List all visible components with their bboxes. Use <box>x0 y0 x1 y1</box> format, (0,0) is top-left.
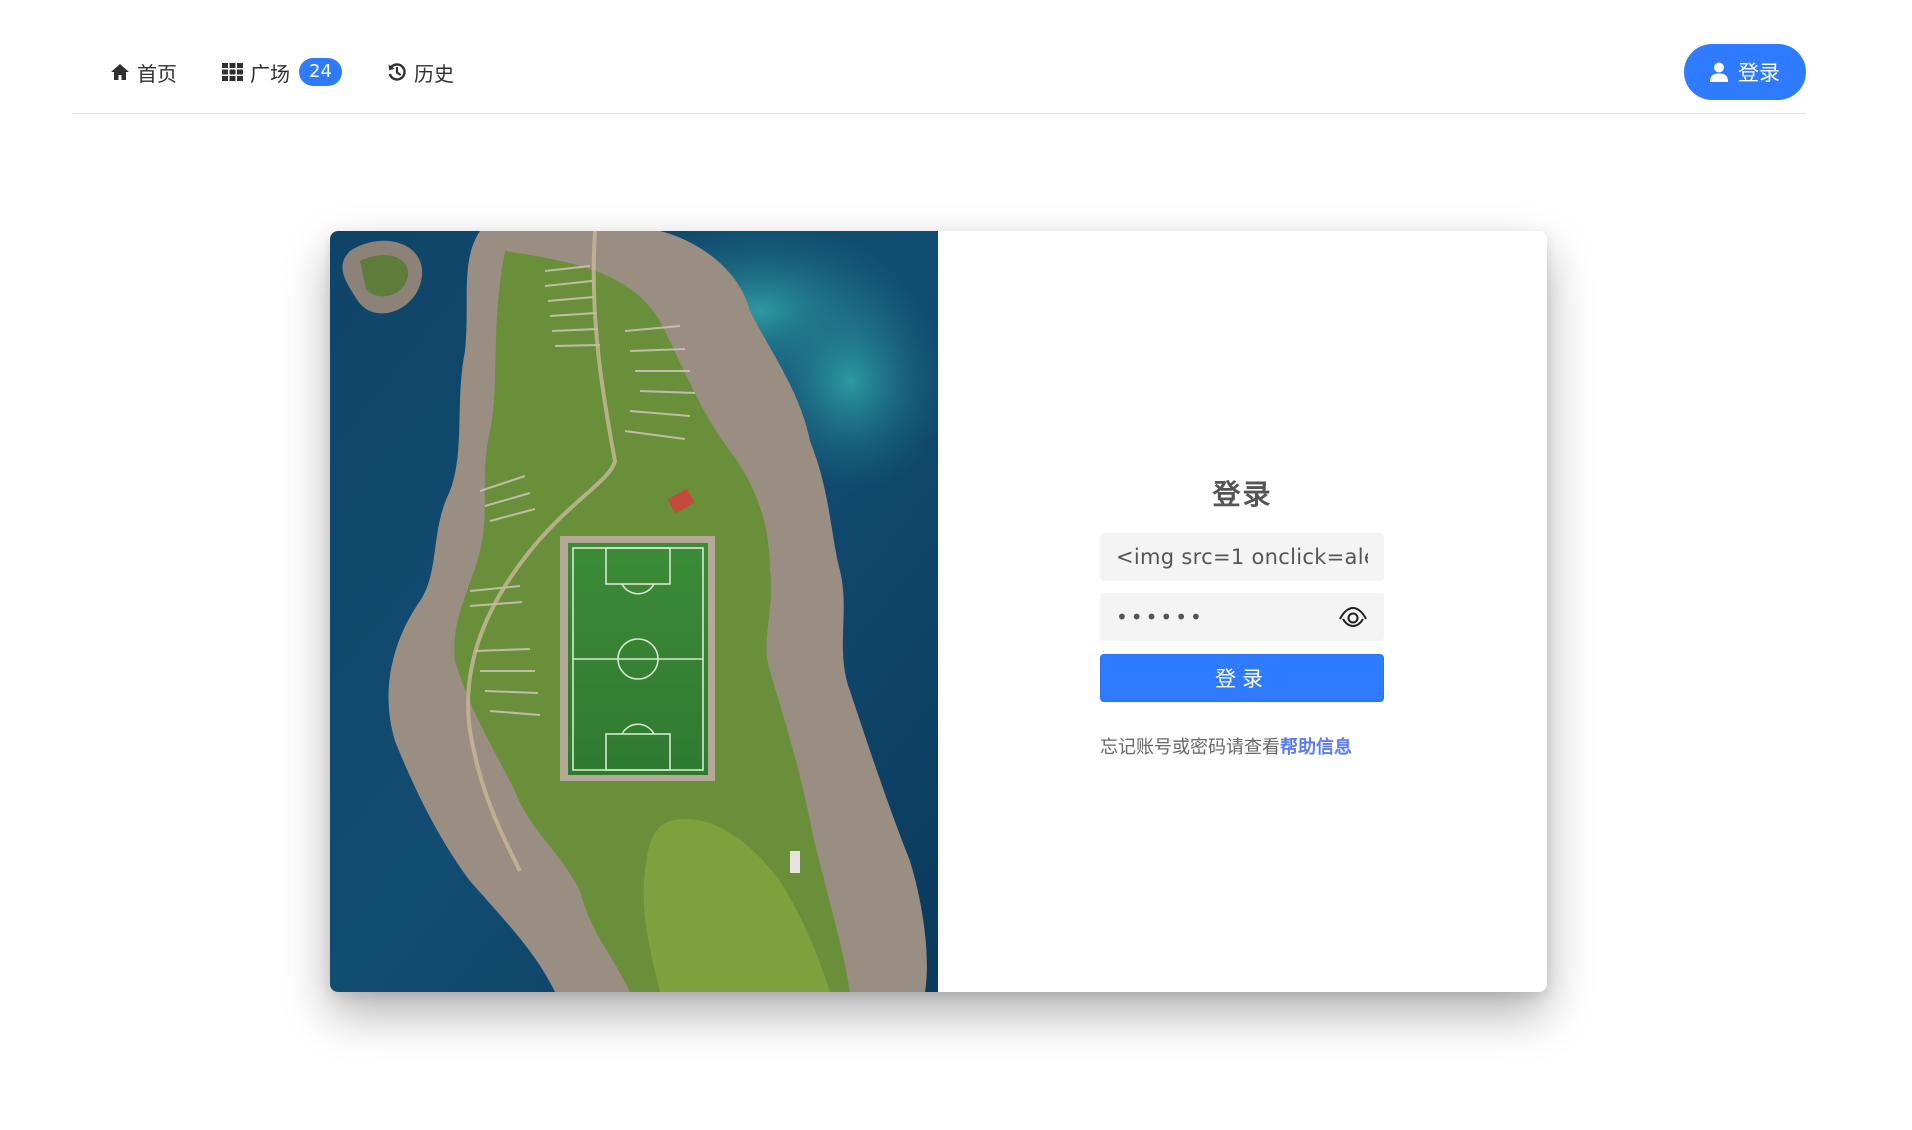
help-text: 忘记账号或密码请查看帮助信息 <box>1100 733 1352 759</box>
eye-icon[interactable] <box>1338 605 1368 629</box>
user-icon <box>1710 62 1728 82</box>
nav-home[interactable]: 首页 <box>110 57 177 87</box>
nav-plaza[interactable]: 广场 24 <box>222 57 342 87</box>
nav-history-label: 历史 <box>414 61 454 86</box>
island-aerial-photo <box>330 231 938 992</box>
login-button[interactable]: 登录 <box>1684 44 1806 100</box>
login-card: 登录 登录 忘记账号或密码请查看帮助信息 <box>330 231 1547 992</box>
help-link[interactable]: 帮助信息 <box>1280 737 1352 758</box>
username-field-wrapper <box>1100 533 1384 581</box>
page: 首页 广场 24 历史 登录 登录 <img src=1 onclick=ale… <box>0 0 1912 1130</box>
nav-home-label: 首页 <box>137 61 177 86</box>
plaza-count-badge: 24 <box>299 58 342 86</box>
top-navbar: 首页 广场 24 历史 登录 <box>72 30 1806 114</box>
history-icon <box>388 63 406 81</box>
password-field-wrapper <box>1100 593 1384 641</box>
home-icon <box>111 64 129 80</box>
grid-icon <box>222 63 243 81</box>
submit-login-button[interactable]: 登录 <box>1100 654 1384 702</box>
help-prefix: 忘记账号或密码请查看 <box>1100 737 1280 758</box>
nav-plaza-label: 广场 <box>250 61 290 86</box>
login-form-title: 登录 <box>1212 478 1273 511</box>
login-form-panel: 登录 登录 忘记账号或密码请查看帮助信息 <box>938 231 1547 992</box>
login-button-label: 登录 <box>1738 62 1780 85</box>
username-input[interactable] <box>1100 533 1384 581</box>
nav-history[interactable]: 历史 <box>387 57 454 87</box>
